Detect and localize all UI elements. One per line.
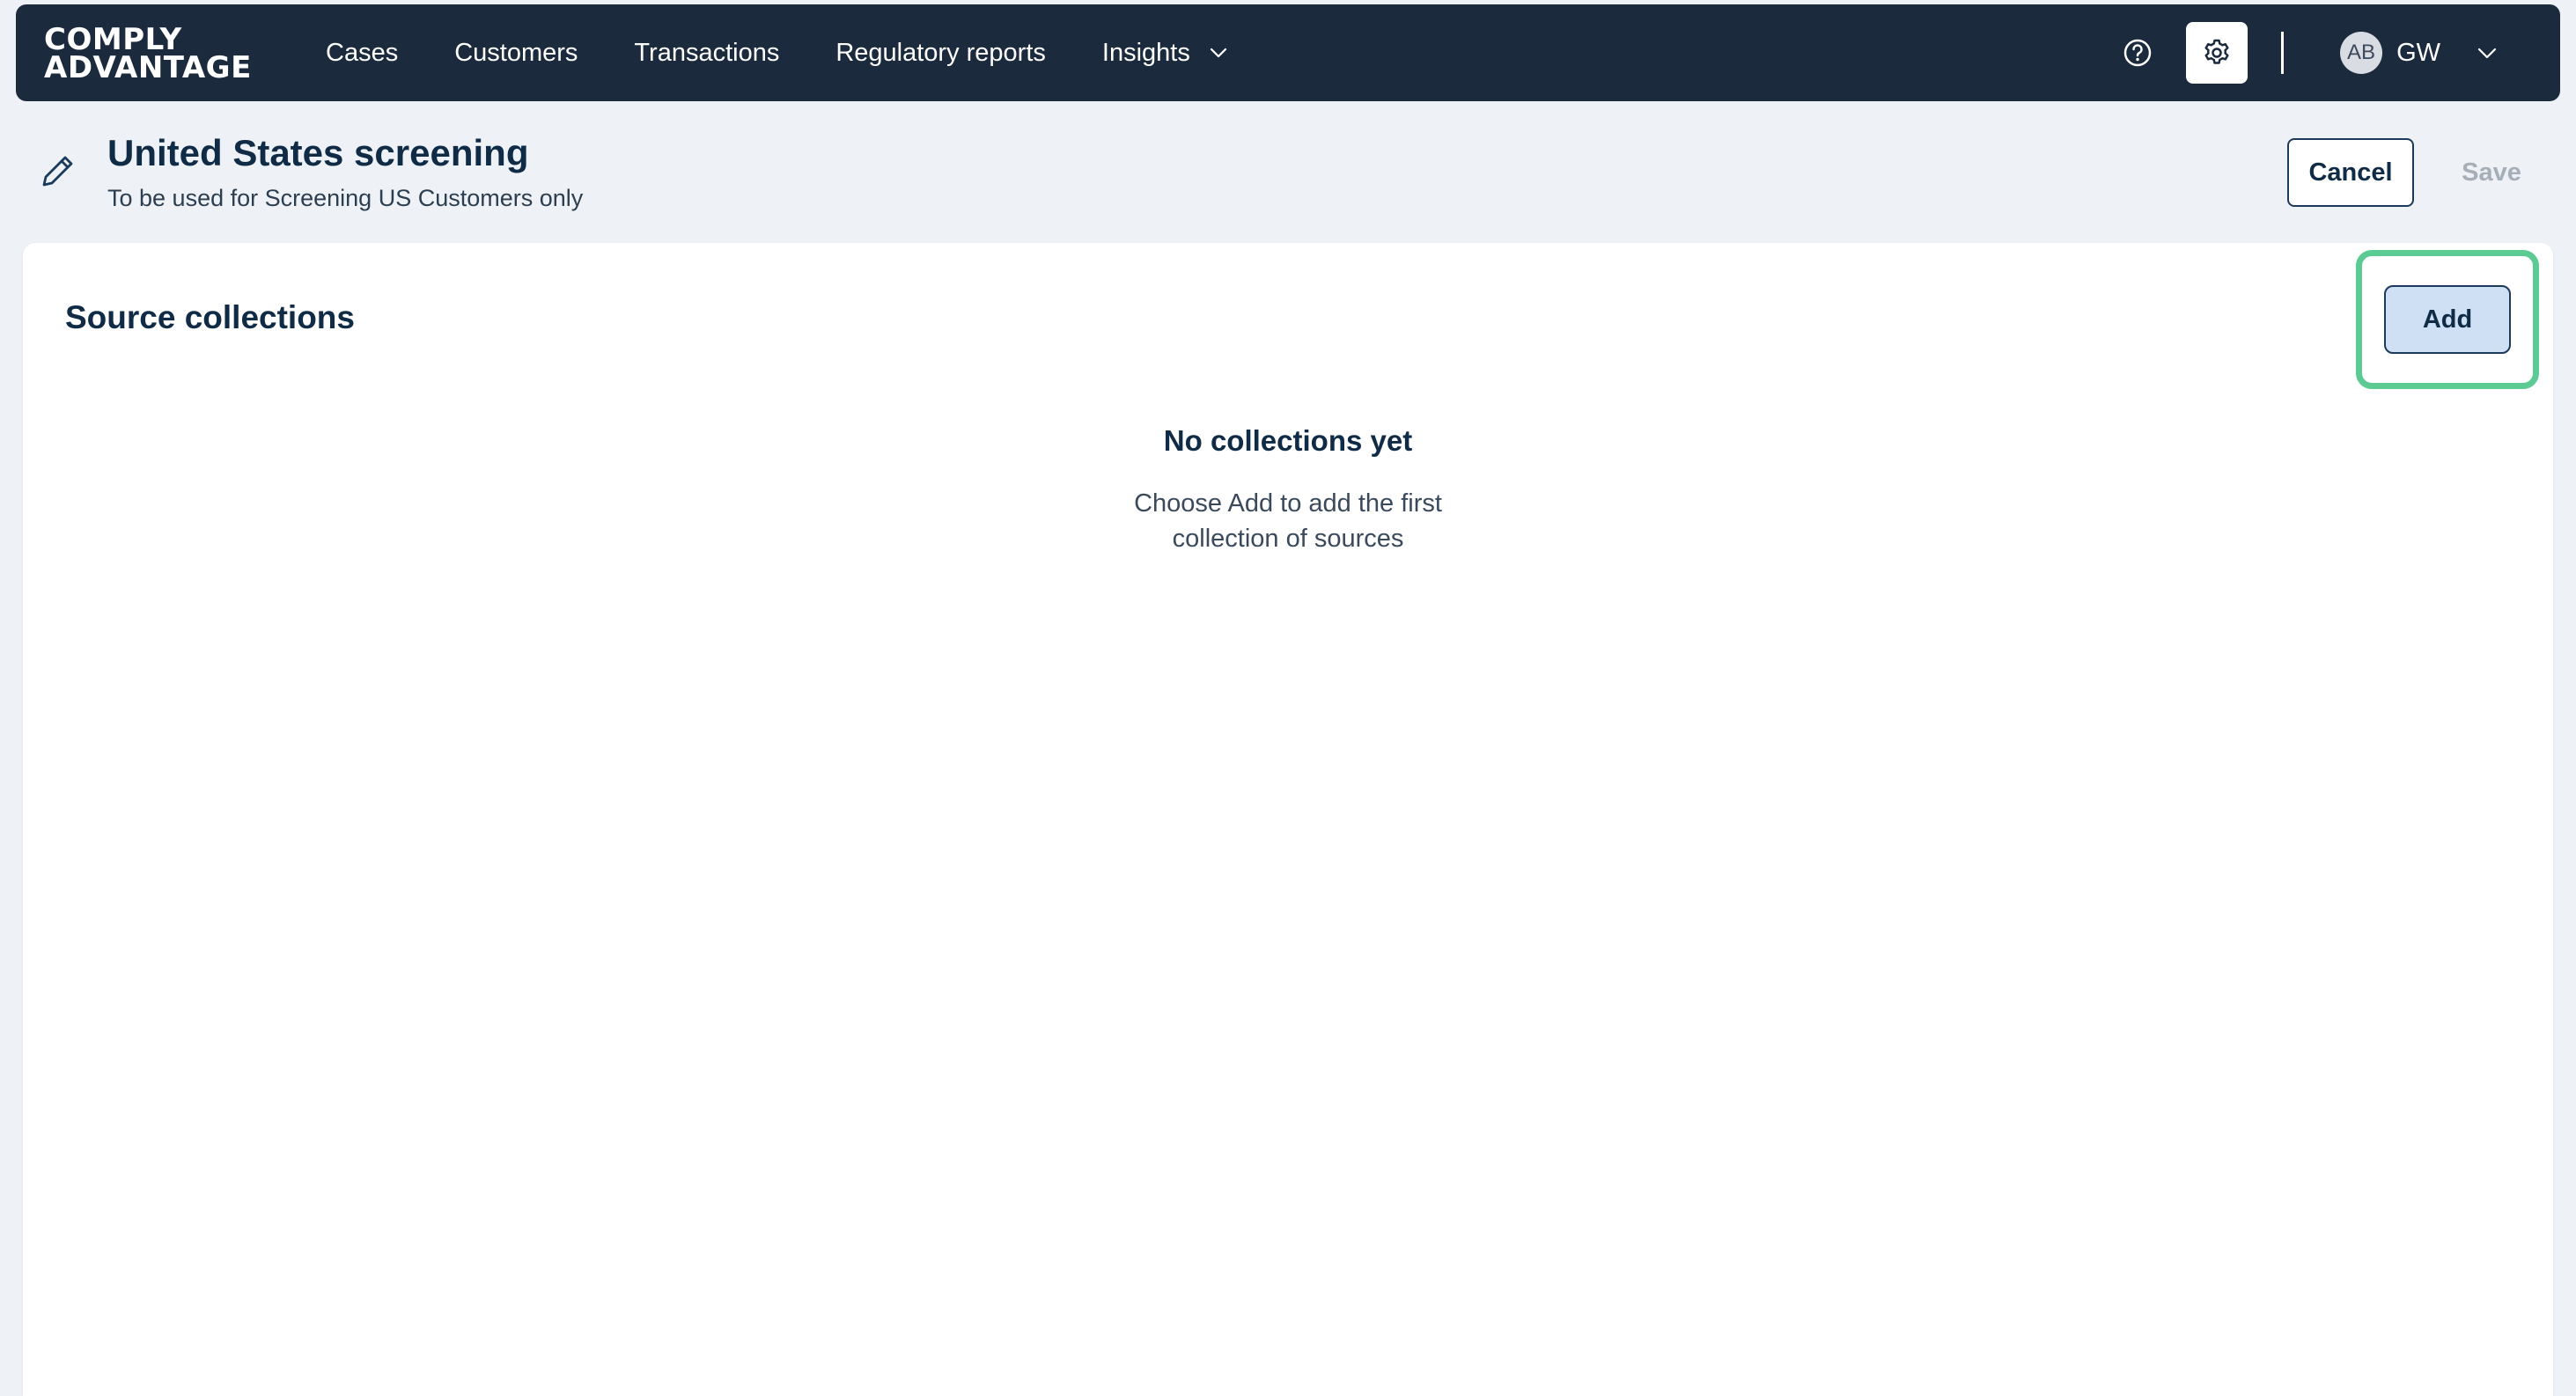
brand-line-2: ADVANTAGE (44, 50, 252, 85)
brand-logo[interactable]: COMPLY ADVANTAGE (44, 25, 252, 85)
nav-item-customers[interactable]: Customers (454, 39, 578, 68)
nav-item-regulatory-reports[interactable]: Regulatory reports (835, 39, 1046, 68)
avatar[interactable]: AB (2340, 32, 2383, 74)
nav-item-insights[interactable]: Insights (1102, 39, 1229, 68)
page-header: United States screening To be used for S… (0, 132, 2576, 220)
gear-icon (2204, 39, 2229, 64)
empty-state-title: No collections yet (1163, 424, 1413, 457)
user-initials[interactable]: GW (2396, 39, 2440, 68)
help-circle-icon (2123, 39, 2152, 67)
empty-state-line-2: collection of sources (1172, 525, 1404, 553)
nav-item-label: Insights (1101, 38, 1190, 67)
page-subtitle: To be used for Screening US Customers on… (107, 185, 584, 211)
section-title: Source collections (65, 299, 355, 335)
help-button[interactable] (2107, 22, 2168, 84)
nav-item-label: Transactions (634, 38, 780, 67)
main-nav: Cases Customers Transactions Regulatory … (326, 4, 1285, 101)
settings-button[interactable] (2186, 22, 2248, 84)
top-navbar: COMPLY ADVANTAGE Cases Customers Transac… (16, 4, 2560, 101)
empty-state: No collections yet Choose Add to add the… (23, 424, 2553, 556)
nav-right-tools: AB GW (2107, 4, 2499, 101)
cancel-button[interactable]: Cancel (2287, 138, 2414, 207)
add-button[interactable]: Add (2384, 285, 2511, 354)
nav-item-cases[interactable]: Cases (326, 39, 398, 68)
nav-item-label: Customers (454, 38, 578, 67)
empty-state-text: Choose Add to add the first collection o… (23, 486, 2553, 556)
chevron-down-icon (1210, 48, 1226, 58)
pencil-icon[interactable] (39, 151, 77, 190)
chevron-down-icon[interactable] (2476, 41, 2499, 64)
nav-item-label: Cases (326, 38, 399, 67)
nav-divider (2281, 32, 2285, 74)
nav-item-label: Regulatory reports (835, 38, 1046, 67)
save-button[interactable]: Save (2439, 138, 2544, 207)
empty-state-line-1: Choose Add to add the first (1134, 489, 1442, 518)
page-title: United States screening (107, 132, 529, 173)
source-collections-card: Source collections Add No collections ye… (23, 243, 2553, 1396)
nav-item-transactions[interactable]: Transactions (634, 39, 779, 68)
